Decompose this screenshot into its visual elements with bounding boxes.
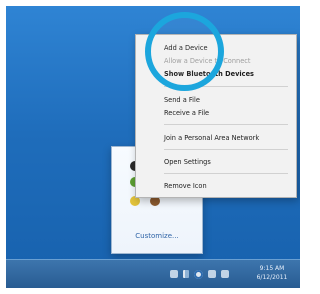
- desktop-screen: Customize... Add a Device Allow a Device…: [6, 6, 300, 288]
- customize-link[interactable]: Customize...: [112, 232, 202, 240]
- bluetooth-context-menu: Add a Device Allow a Device to Connect S…: [135, 34, 297, 198]
- menu-item-send-file[interactable]: Send a File: [164, 94, 288, 106]
- menu-item-allow-device-to-connect: Allow a Device to Connect: [164, 57, 251, 65]
- volume-icon[interactable]: [221, 270, 229, 278]
- menu-item-show-bluetooth-devices[interactable]: Show Bluetooth Devices: [164, 68, 288, 80]
- menu-separator: [164, 124, 288, 125]
- menu-separator: [164, 173, 288, 174]
- clock-date: 6/12/2011: [256, 274, 288, 281]
- network-icon[interactable]: [208, 270, 216, 278]
- menu-item-receive-file[interactable]: Receive a File: [164, 107, 288, 119]
- menu-item-remove-icon[interactable]: Remove Icon: [164, 180, 288, 192]
- menu-separator: [164, 149, 288, 150]
- system-tray-icons: [170, 269, 229, 279]
- menu-item-open-settings[interactable]: Open Settings: [164, 156, 288, 168]
- action-center-flag-icon[interactable]: [183, 270, 189, 278]
- screenshot-frame: Customize... Add a Device Allow a Device…: [0, 0, 306, 294]
- show-hidden-icons-icon[interactable]: [170, 270, 178, 278]
- clock-time: 9:15 AM: [259, 265, 285, 272]
- taskbar: 9:15 AM 6/12/2011: [6, 259, 300, 288]
- menu-item-add-device[interactable]: Add a Device: [164, 42, 288, 54]
- bluetooth-icon[interactable]: [194, 269, 203, 279]
- menu-item-join-personal-area-network[interactable]: Join a Personal Area Network: [164, 132, 288, 144]
- menu-separator: [164, 86, 288, 87]
- taskbar-clock[interactable]: 9:15 AM 6/12/2011: [252, 264, 292, 282]
